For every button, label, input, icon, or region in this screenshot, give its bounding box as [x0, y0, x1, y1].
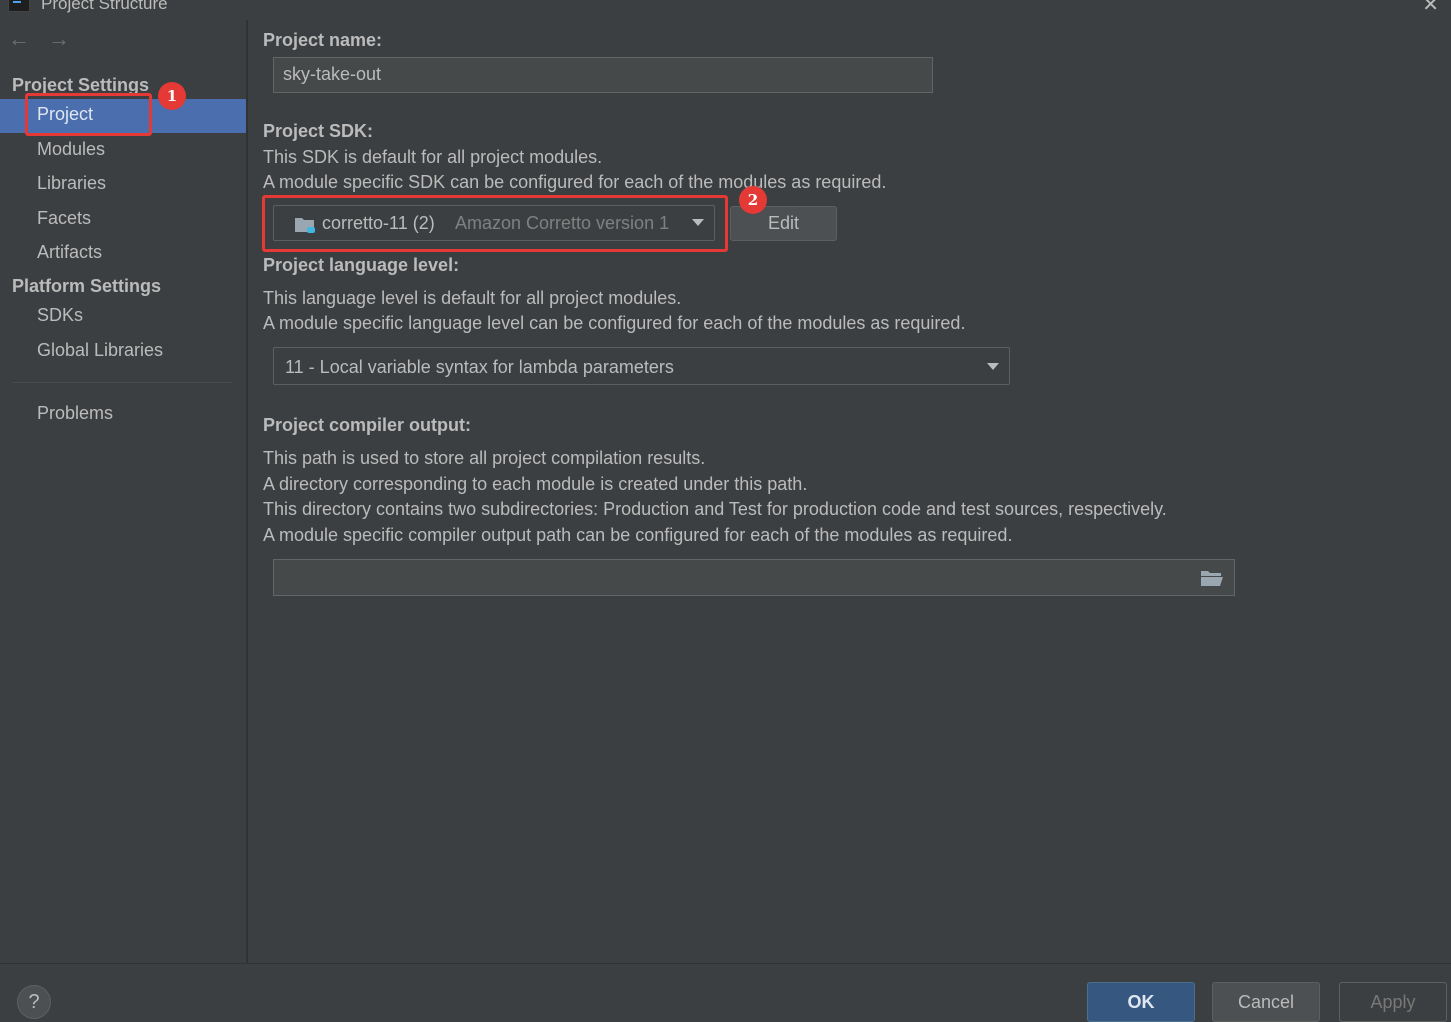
- ok-button[interactable]: OK: [1087, 982, 1195, 1022]
- annotation-badge-1: 1: [158, 82, 186, 110]
- sidebar-item-global-libraries[interactable]: Global Libraries: [0, 335, 246, 369]
- annotation-highlight-1: [25, 93, 152, 136]
- chevron-down-icon: [987, 363, 999, 370]
- compiler-output-label: Project compiler output:: [263, 415, 472, 435]
- close-icon[interactable]: ✕: [1422, 0, 1439, 17]
- back-arrow-icon[interactable]: ←: [8, 26, 30, 52]
- sidebar-item-label: Global Libraries: [37, 340, 164, 360]
- sidebar: ← → Project Settings Project Modules Lib…: [0, 20, 248, 963]
- sidebar-item-facets[interactable]: Facets: [0, 203, 246, 237]
- sidebar-item-modules[interactable]: Modules: [0, 134, 246, 168]
- help-button[interactable]: ?: [17, 985, 51, 1019]
- sidebar-item-label: Modules: [37, 139, 106, 159]
- language-level-selected: 11 - Local variable syntax for lambda pa…: [285, 357, 674, 377]
- project-sdk-desc-1: This SDK is default for all project modu…: [263, 147, 603, 167]
- sidebar-item-problems[interactable]: Problems: [0, 398, 246, 432]
- intellij-app-icon: [8, 0, 30, 12]
- forward-arrow-icon[interactable]: →: [48, 26, 70, 52]
- project-sdk-desc-2: A module specific SDK can be configured …: [263, 172, 887, 192]
- project-name-field[interactable]: sky-take-out: [273, 57, 933, 93]
- compiler-output-desc-2: A directory corresponding to each module…: [263, 474, 808, 494]
- compiler-output-desc-3: This directory contains two subdirectori…: [263, 499, 1167, 519]
- sidebar-item-label: Artifacts: [37, 242, 103, 262]
- title-bar: Project Structure ✕: [0, 0, 1451, 20]
- compiler-output-desc-1: This path is used to store all project c…: [263, 448, 706, 468]
- sidebar-item-label: Libraries: [37, 173, 107, 193]
- language-level-desc-2: A module specific language level can be …: [263, 313, 966, 333]
- dialog-button-bar: ? OK Cancel Apply: [0, 963, 1451, 1022]
- language-level-desc-1: This language level is default for all p…: [263, 288, 682, 308]
- cancel-button[interactable]: Cancel: [1212, 982, 1320, 1022]
- sidebar-item-label: Problems: [37, 403, 114, 423]
- language-level-dropdown[interactable]: 11 - Local variable syntax for lambda pa…: [273, 347, 1010, 385]
- apply-button[interactable]: Apply: [1339, 982, 1447, 1022]
- platform-settings-title: Platform Settings: [12, 276, 162, 296]
- annotation-highlight-2: [262, 195, 728, 252]
- compiler-output-desc-4: A module specific compiler output path c…: [263, 525, 1013, 545]
- sidebar-item-libraries[interactable]: Libraries: [0, 168, 246, 202]
- sidebar-item-artifacts[interactable]: Artifacts: [0, 237, 246, 271]
- annotation-badge-2: 2: [739, 186, 767, 214]
- project-name-label: Project name:: [263, 30, 383, 50]
- project-sdk-label: Project SDK:: [263, 121, 374, 141]
- window-title: Project Structure: [41, 0, 168, 13]
- sidebar-divider: [12, 382, 232, 383]
- project-name-value: sky-take-out: [283, 64, 382, 84]
- compiler-output-path-field[interactable]: [273, 559, 1235, 596]
- project-settings-panel: Project name: sky-take-out Project SDK: …: [248, 20, 1451, 963]
- browse-folder-icon[interactable]: [1200, 569, 1224, 587]
- sidebar-item-label: Facets: [37, 208, 92, 228]
- sidebar-item-sdks[interactable]: SDKs: [0, 300, 246, 334]
- sidebar-item-label: SDKs: [37, 305, 84, 325]
- language-level-label: Project language level:: [263, 255, 460, 275]
